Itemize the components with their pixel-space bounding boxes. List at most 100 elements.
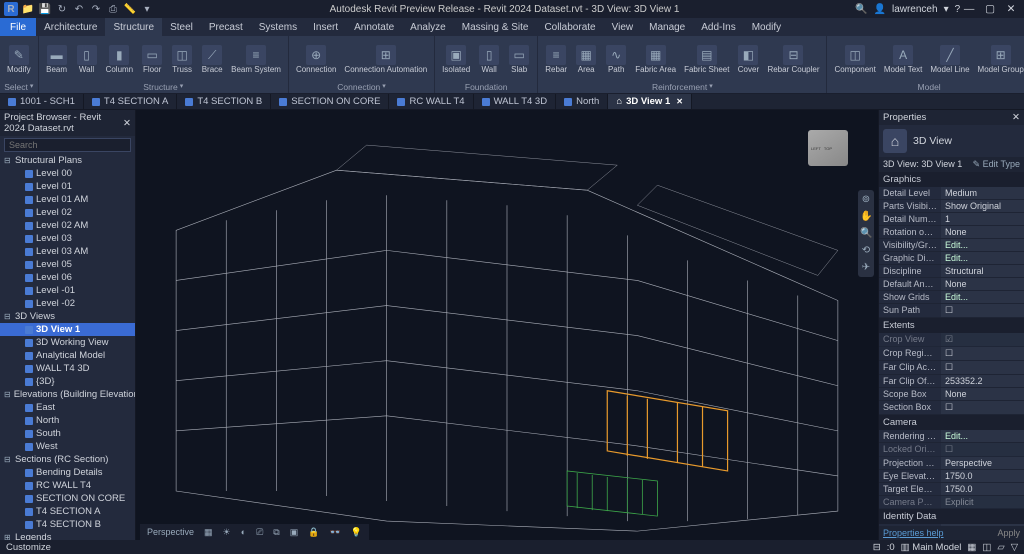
tree-item-level-02-am[interactable]: Level 02 AM — [0, 219, 135, 232]
tree-item-3d-view-1[interactable]: 3D View 1 — [0, 323, 135, 336]
qat-undo-icon[interactable]: ↶ — [72, 2, 86, 16]
tree-item-level-05[interactable]: Level 05 — [0, 258, 135, 271]
prop-value[interactable]: None — [941, 226, 1024, 238]
properties-close-icon[interactable]: ✕ — [1012, 112, 1020, 123]
prop-value[interactable]: Structural — [941, 265, 1024, 277]
tree-group-3d-views[interactable]: ⊟3D Views — [0, 310, 135, 323]
pan-icon[interactable]: ✋ — [860, 211, 872, 222]
tree-item-level-03-am[interactable]: Level 03 AM — [0, 245, 135, 258]
ribbon-connection-automation-button[interactable]: ⊞Connection Automation — [341, 38, 430, 81]
status-model-dropdown[interactable]: ▥ Main Model — [901, 542, 962, 553]
properties-apply-button[interactable]: Apply — [997, 528, 1020, 538]
vc-reveal-icon[interactable]: 💡 — [348, 527, 365, 538]
view-tab-rc-wall-t4[interactable]: RC WALL T4 — [389, 94, 473, 109]
ribbon-slab-button[interactable]: ▭Slab — [505, 38, 533, 81]
tree-item-level-01[interactable]: Level 01 — [0, 180, 135, 193]
tree-item-west[interactable]: West — [0, 440, 135, 453]
tree-item-bending-details[interactable]: Bending Details — [0, 466, 135, 479]
ribbon-wall-button[interactable]: ▯Wall — [73, 38, 101, 81]
zoom-icon[interactable]: 🔍 — [860, 228, 872, 239]
prop-value[interactable]: Perspective — [941, 457, 1024, 469]
send-icon[interactable]: ✈ — [860, 262, 872, 273]
prop-value[interactable]: Show Original — [941, 200, 1024, 212]
tree-group-legends[interactable]: ⊞Legends — [0, 531, 135, 540]
panel-close-icon[interactable]: ✕ — [123, 118, 131, 129]
status-customize[interactable]: Customize — [6, 542, 51, 553]
ribbon-area-button[interactable]: ▦Area — [572, 38, 600, 81]
ribbon-fabric-area-button[interactable]: ▦Fabric Area — [632, 38, 679, 81]
tree-item-south[interactable]: South — [0, 427, 135, 440]
tree-item-3d-working-view[interactable]: 3D Working View — [0, 336, 135, 349]
ribbon-floor-button[interactable]: ▭Floor — [138, 38, 166, 81]
vc-render-icon[interactable]: ⎚ — [253, 527, 266, 538]
qat-more-icon[interactable]: ▾ — [140, 2, 154, 16]
prop-value[interactable] — [941, 304, 1024, 317]
menu-tab-manage[interactable]: Manage — [641, 18, 693, 36]
prop-value[interactable]: Explicit — [941, 496, 1024, 508]
vc-temp-icon[interactable]: 👓 — [326, 527, 343, 538]
qat-redo-icon[interactable]: ↷ — [89, 2, 103, 16]
ribbon-rebar-coupler-button[interactable]: ⊟Rebar Coupler — [764, 38, 822, 81]
qat-sync-icon[interactable]: ↻ — [55, 2, 69, 16]
ribbon-fabric-sheet-button[interactable]: ▤Fabric Sheet — [681, 38, 732, 81]
ribbon-model-group-button[interactable]: ⊞Model Group — [975, 38, 1024, 81]
prop-value[interactable]: 1750.0 — [941, 470, 1024, 482]
status-filter-icon[interactable]: ▽ — [1011, 542, 1018, 553]
ribbon-column-button[interactable]: ▮Column — [103, 38, 137, 81]
prop-value[interactable] — [941, 347, 1024, 360]
prop-value[interactable] — [941, 333, 1024, 346]
prop-value[interactable]: 1 — [941, 213, 1024, 225]
tree-item-level-02[interactable]: Level 02 — [0, 206, 135, 219]
view-tab-1001-sch1[interactable]: 1001 - SCH1 — [0, 94, 84, 109]
view-cube[interactable]: LEFT TOP — [808, 130, 848, 166]
tree-item-level-00[interactable]: Level 00 — [0, 167, 135, 180]
menu-tab-add-ins[interactable]: Add-Ins — [693, 18, 743, 36]
menu-tab-insert[interactable]: Insert — [305, 18, 346, 36]
menu-tab-analyze[interactable]: Analyze — [402, 18, 454, 36]
ribbon-brace-button[interactable]: ⟋Brace — [198, 38, 226, 81]
prop-value[interactable]: Edit... — [941, 239, 1024, 251]
menu-tab-annotate[interactable]: Annotate — [346, 18, 402, 36]
ribbon-path-button[interactable]: ∿Path — [602, 38, 630, 81]
qat-open-icon[interactable]: 📁 — [21, 2, 35, 16]
prop-value[interactable] — [941, 361, 1024, 374]
view-tab-t4-section-b[interactable]: T4 SECTION B — [177, 94, 271, 109]
menu-tab-massing-site[interactable]: Massing & Site — [454, 18, 537, 36]
tree-item-wall-t4-3d[interactable]: WALL T4 3D — [0, 362, 135, 375]
tree-group-structural-plans[interactable]: ⊟Structural Plans — [0, 154, 135, 167]
vc-sun-icon[interactable]: ☀ — [220, 527, 234, 538]
ribbon-connection-button[interactable]: ⊕Connection — [293, 38, 339, 81]
vc-shadow-icon[interactable]: ◐ — [238, 527, 249, 537]
vc-crop-icon[interactable]: ⧉ — [270, 527, 282, 538]
ribbon-rebar-button[interactable]: ≡Rebar — [542, 38, 570, 81]
project-browser-search-input[interactable] — [4, 138, 131, 152]
ribbon-truss-button[interactable]: ◫Truss — [168, 38, 196, 81]
prop-value[interactable] — [941, 401, 1024, 414]
tree-item-analytical-model[interactable]: Analytical Model — [0, 349, 135, 362]
view-persp-label[interactable]: Perspective — [144, 527, 197, 537]
minimize-button[interactable]: — — [960, 3, 978, 15]
view-tab-north[interactable]: North — [556, 94, 608, 109]
steering-wheel-icon[interactable]: ⊚ — [860, 194, 872, 205]
ribbon-model-line-button[interactable]: ╱Model Line — [927, 38, 972, 81]
prop-value[interactable]: Edit... — [941, 252, 1024, 264]
prop-value[interactable]: 1750.0 — [941, 483, 1024, 495]
app-logo[interactable]: R — [4, 2, 18, 16]
prop-value[interactable]: 253352.2 — [941, 375, 1024, 387]
viewport-3d[interactable]: LEFT TOP ⊚ ✋ 🔍 ⟲ ✈ — [136, 110, 878, 540]
qat-print-icon[interactable]: ⎙ — [106, 2, 120, 16]
ribbon-modify-button[interactable]: ✎Modify — [4, 38, 34, 81]
tree-item-east[interactable]: East — [0, 401, 135, 414]
tree-item-t4-section-b[interactable]: T4 SECTION B — [0, 518, 135, 531]
ribbon-cover-button[interactable]: ◧Cover — [734, 38, 762, 81]
tree-item--3d-[interactable]: {3D} — [0, 375, 135, 388]
menu-tab-architecture[interactable]: Architecture — [36, 18, 105, 36]
menu-tab-view[interactable]: View — [604, 18, 642, 36]
prop-value[interactable]: None — [941, 278, 1024, 290]
prop-group-graphics[interactable]: Graphics — [879, 172, 1024, 187]
menu-tab-precast[interactable]: Precast — [201, 18, 251, 36]
username-label[interactable]: lawrenceh — [892, 4, 938, 15]
status-select-icon[interactable]: ⊟ — [873, 542, 881, 553]
tree-item-rc-wall-t4[interactable]: RC WALL T4 — [0, 479, 135, 492]
prop-value[interactable]: None — [941, 388, 1024, 400]
